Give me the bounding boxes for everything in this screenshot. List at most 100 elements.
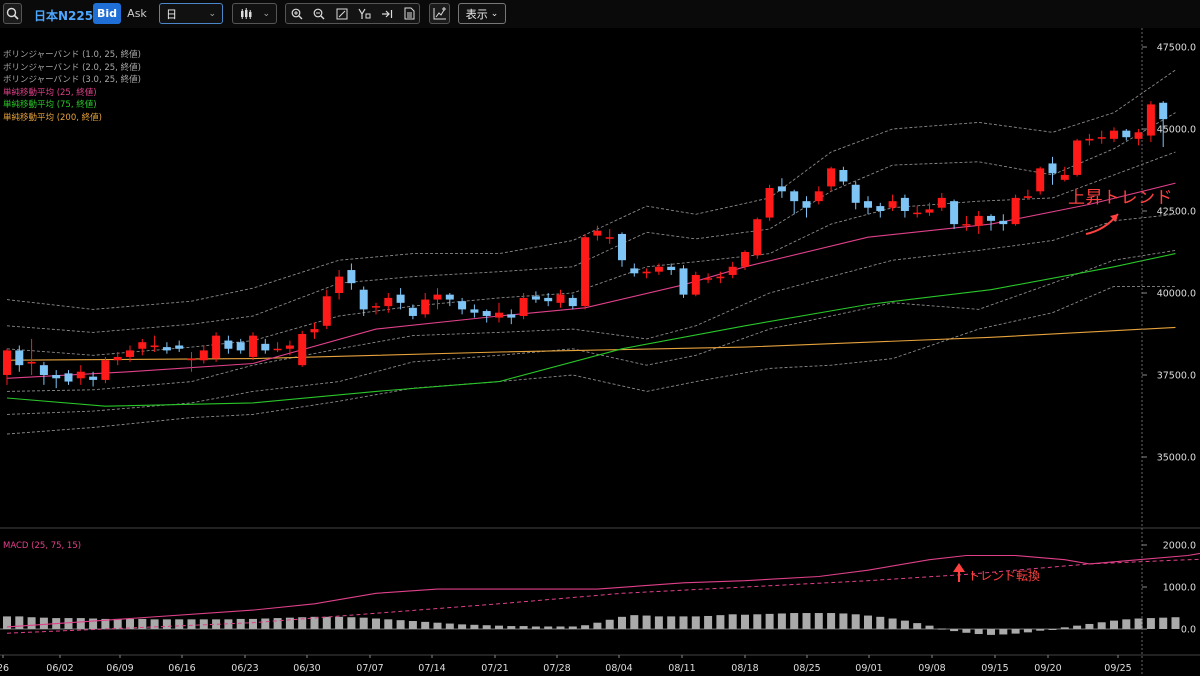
candle-body [421,299,430,315]
macd-histogram-bar [322,616,331,629]
y-tick-label: 40000.0 [1157,289,1196,300]
macd-histogram-bar [285,617,294,629]
macd-histogram-bar [236,618,245,629]
x-tick-label: 09/25 [1104,663,1131,674]
macd-histogram-bar [1036,629,1045,631]
x-tick-label: 06/02 [46,663,73,674]
macd-histogram-bar [1023,629,1032,633]
candle-body [790,191,799,202]
candle-body [249,335,257,357]
macd-histogram-bar [495,625,503,629]
macd-histogram-bar [937,628,946,630]
candle-body [482,311,491,316]
macd-histogram-bar [753,614,762,629]
y-tick-label: 45000.0 [1157,125,1196,136]
macd-histogram-bar [347,617,356,629]
legend-item: 単純移動平均 (25, 終値) [3,87,97,98]
candle-body [39,365,48,375]
macd-histogram-bar [605,619,614,629]
macd-histogram-bar [925,625,934,629]
macd-histogram-bar [482,625,491,629]
macd-pane [0,552,1200,635]
candle-body [630,268,639,274]
candle-body [962,224,971,226]
candle-body [175,345,184,349]
candle-body [556,294,565,303]
macd-histogram-bar [704,615,713,629]
candle-body [864,201,872,208]
macd-histogram-bar [150,619,159,629]
candle-body [1159,102,1168,120]
candle-body [76,371,85,379]
sma200-line [6,326,1176,361]
candle-body [1073,140,1082,175]
candle-body [384,297,393,307]
candle-body [212,335,221,359]
candle-body [753,219,762,256]
candle-body [470,309,479,313]
y-tick-label: 42500.0 [1157,207,1196,218]
x-tick-label: 08/25 [793,663,820,674]
candle-body [347,270,356,284]
macd-histogram-bar [310,616,319,629]
macd-histogram-bar [335,616,344,629]
candle-body [1060,174,1069,180]
x-tick-label: 06/16 [168,663,195,674]
candle-body [236,342,245,351]
candle-body [396,294,405,303]
candle-body [298,334,307,366]
macd-histogram-bar [900,620,909,629]
candle-body [507,314,516,318]
macd-histogram-bar [261,618,270,629]
macd-histogram-bar [162,619,171,629]
candle-body [199,350,208,361]
candle-body [1036,168,1045,192]
macd-label: MACD (25, 75, 15) [3,541,82,551]
candle-body [900,197,909,211]
sma75-line [6,253,1176,407]
macd-histogram-bar [777,613,786,629]
macd-histogram-bar [1134,618,1143,629]
candle-body [359,289,368,310]
macd-histogram-bar [433,622,442,629]
candle-body [408,307,417,316]
macd-histogram-bar [618,616,626,629]
macd-histogram-bar [556,626,565,629]
macd-histogram-bar [519,626,528,629]
macd-histogram-bar [630,615,639,629]
macd-histogram-bar [888,618,897,629]
candle-body [1097,137,1106,139]
candle-body [1085,138,1094,141]
candle-body [1023,196,1032,198]
y-tick-label: 37500.0 [1157,371,1196,382]
macd-histogram-bar [372,618,380,629]
macd-y-tick-label: 0.0 [1181,625,1196,636]
candle-body [273,348,282,351]
bollinger-lower3 [6,285,1176,435]
macd-histogram-bar [1146,618,1155,629]
candle-body [704,278,713,280]
x-tick-label: 07/21 [481,663,508,674]
candle-body [445,294,454,300]
legend-item: 単純移動平均 (75, 終値) [3,100,97,110]
macd-histogram-bar [1110,620,1118,629]
candle-body [851,184,860,203]
macd-histogram-bar [741,614,749,629]
macd-histogram-bar [15,616,24,629]
candle-body [1011,197,1020,225]
candle-body [679,268,688,295]
candle-body [519,297,528,316]
macd-histogram-bar [827,613,836,629]
candle-body [531,296,540,300]
uptrend-annotation: 上昇トレンド [1068,188,1173,208]
macd-histogram-bar [175,619,184,629]
x-tick-label: 07/28 [543,663,570,674]
macd-histogram-bar [962,629,971,633]
candle-body [458,301,467,310]
macd-histogram-bar [1171,617,1180,629]
candle-body [888,201,897,208]
candle-body [814,191,823,202]
macd-histogram-bar [974,629,983,635]
candle-body [876,206,885,211]
macd-histogram-bar [691,616,700,629]
